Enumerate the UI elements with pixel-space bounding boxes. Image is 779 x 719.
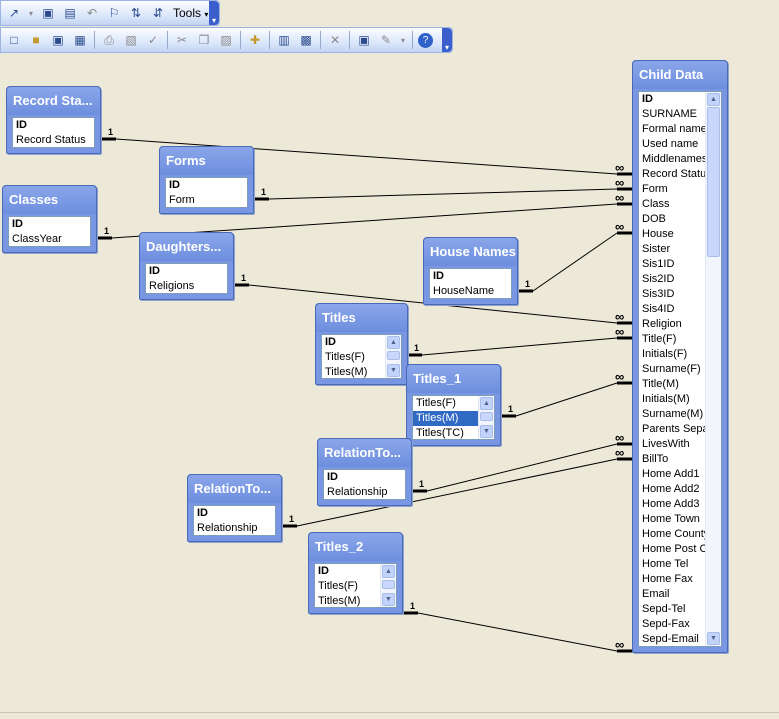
scroll-thumb[interactable]: [382, 580, 395, 589]
scroll-up-icon[interactable]: ▲: [382, 565, 395, 578]
scroll-up-icon[interactable]: ▲: [387, 336, 400, 349]
table-relation-to-a[interactable]: RelationTo... ID Relationship: [317, 438, 412, 506]
many-marker: ∞: [615, 160, 624, 175]
field-item[interactable]: HouseName: [430, 284, 511, 298]
one-marker: 1: [108, 127, 113, 137]
field-item[interactable]: ClassYear: [9, 232, 90, 246]
field-list[interactable]: ID Religions: [145, 263, 228, 294]
table-daughters[interactable]: Daughters... ID Religions: [139, 232, 234, 300]
field-item[interactable]: ID: [166, 178, 247, 193]
one-marker: 1: [261, 187, 266, 197]
one-marker: 1: [525, 279, 530, 289]
relationship-titles-2[interactable]: [402, 611, 633, 653]
scroll-thumb[interactable]: [707, 107, 720, 257]
scroll-down-icon[interactable]: ▼: [707, 632, 720, 645]
many-marker: ∞: [615, 219, 624, 234]
table-title[interactable]: House Names: [424, 238, 517, 266]
field-list[interactable]: ID Relationship: [323, 469, 406, 500]
table-title[interactable]: Record Sta...: [7, 87, 100, 115]
field-item[interactable]: Record Status: [13, 133, 94, 147]
table-title[interactable]: Forms: [160, 147, 253, 175]
one-marker: 1: [419, 479, 424, 489]
table-titles-2[interactable]: Titles_2 ID Titles(F) Titles(M) ▲ ▼: [308, 532, 403, 614]
field-item[interactable]: ID: [9, 217, 90, 232]
table-title[interactable]: Classes: [3, 186, 96, 214]
field-item[interactable]: Relationship: [194, 521, 275, 535]
vertical-scrollbar[interactable]: ▲ ▼: [385, 335, 401, 378]
scroll-up-icon[interactable]: ▲: [480, 397, 493, 410]
vertical-scrollbar[interactable]: ▲ ▼: [380, 564, 396, 607]
field-item[interactable]: ID: [146, 264, 227, 279]
table-title[interactable]: Titles_2: [309, 533, 402, 561]
field-item[interactable]: ID: [13, 118, 94, 133]
relationship-titles[interactable]: [406, 336, 633, 357]
scroll-thumb[interactable]: [480, 412, 493, 421]
many-marker: ∞: [615, 637, 624, 652]
many-marker: ∞: [615, 190, 624, 205]
field-item[interactable]: Form: [166, 193, 247, 207]
scroll-down-icon[interactable]: ▼: [382, 593, 395, 606]
table-title[interactable]: RelationTo...: [188, 475, 281, 503]
relationship-forms[interactable]: [253, 187, 633, 201]
one-marker: 1: [508, 404, 513, 414]
field-list[interactable]: ID Titles(F) Titles(M) ▲ ▼: [321, 334, 402, 379]
scroll-thumb[interactable]: [387, 351, 400, 360]
field-list[interactable]: ID ClassYear: [8, 216, 91, 247]
table-forms[interactable]: Forms ID Form: [159, 146, 254, 214]
table-child-data[interactable]: Child Data ID SURNAME Formal name Used n…: [632, 60, 728, 653]
table-title[interactable]: Titles_1: [407, 365, 500, 393]
one-marker: 1: [410, 601, 415, 611]
field-list[interactable]: ID Titles(F) Titles(M) ▲ ▼: [314, 563, 397, 608]
table-title[interactable]: Child Data: [633, 61, 727, 89]
scroll-up-icon[interactable]: ▲: [707, 93, 720, 106]
table-titles[interactable]: Titles ID Titles(F) Titles(M) ▲ ▼: [315, 303, 408, 385]
table-title[interactable]: Titles: [316, 304, 407, 332]
field-list[interactable]: ID Record Status: [12, 117, 95, 148]
scroll-down-icon[interactable]: ▼: [387, 364, 400, 377]
table-record-status[interactable]: Record Sta... ID Record Status: [6, 86, 101, 154]
many-marker: ∞: [615, 369, 624, 384]
many-marker: ∞: [615, 445, 624, 460]
field-list[interactable]: ID Form: [165, 177, 248, 208]
field-item[interactable]: Religions: [146, 279, 227, 293]
field-list[interactable]: ID HouseName: [429, 268, 512, 299]
table-title[interactable]: RelationTo...: [318, 439, 411, 467]
one-marker: 1: [104, 226, 109, 236]
one-marker: 1: [289, 514, 294, 524]
table-house-names[interactable]: House Names ID HouseName: [423, 237, 518, 305]
table-title[interactable]: Daughters...: [140, 233, 233, 261]
field-item[interactable]: ID: [324, 470, 405, 485]
table-titles-1[interactable]: Titles_1 Titles(F) Titles(M) Titles(TC) …: [406, 364, 501, 446]
many-marker: ∞: [615, 324, 624, 339]
vertical-scrollbar[interactable]: ▲ ▼: [705, 92, 721, 646]
many-marker: ∞: [615, 430, 624, 445]
field-item[interactable]: Relationship: [324, 485, 405, 499]
table-classes[interactable]: Classes ID ClassYear: [2, 185, 97, 253]
vertical-scrollbar[interactable]: ▲ ▼: [478, 396, 494, 439]
one-marker: 1: [414, 343, 419, 353]
scroll-down-icon[interactable]: ▼: [480, 425, 493, 438]
table-relation-to-b[interactable]: RelationTo... ID Relationship: [187, 474, 282, 542]
field-item[interactable]: ID: [430, 269, 511, 284]
relationship-titles-1[interactable]: [500, 381, 633, 418]
many-marker: ∞: [615, 175, 624, 190]
field-list[interactable]: ID Relationship: [193, 505, 276, 536]
one-marker: 1: [241, 273, 246, 283]
many-marker: ∞: [615, 309, 624, 324]
relationship-house-names[interactable]: [517, 231, 633, 293]
field-list[interactable]: ID SURNAME Formal name Used name Middlen…: [638, 91, 722, 647]
field-item[interactable]: ID: [194, 506, 275, 521]
field-list[interactable]: Titles(F) Titles(M) Titles(TC) ▲ ▼: [412, 395, 495, 440]
relationship-relation-to-a[interactable]: [411, 442, 633, 493]
